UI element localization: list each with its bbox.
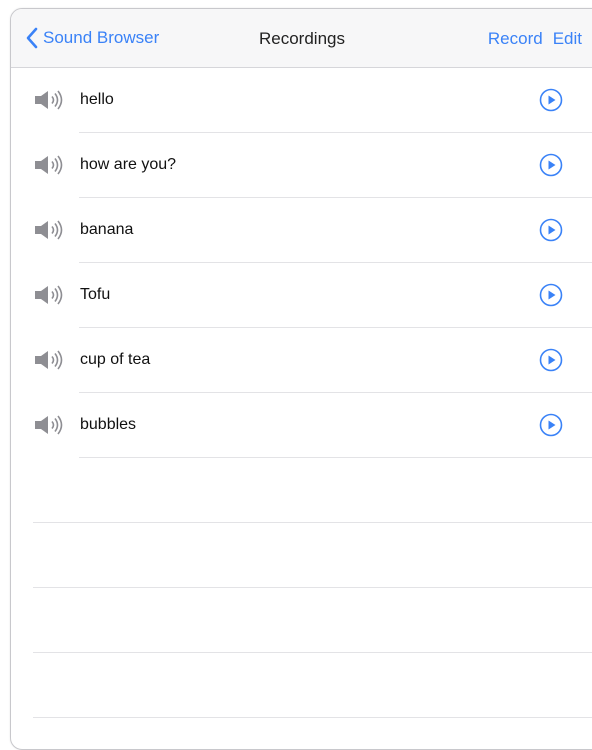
play-circle-icon[interactable] xyxy=(539,283,563,307)
play-circle-icon[interactable] xyxy=(539,413,563,437)
record-button[interactable]: Record xyxy=(488,29,543,49)
play-circle-icon[interactable] xyxy=(539,153,563,177)
row-separator xyxy=(33,717,592,718)
play-circle-icon[interactable] xyxy=(539,218,563,242)
empty-row xyxy=(11,523,592,588)
empty-row xyxy=(11,458,592,523)
speaker-icon xyxy=(35,350,63,370)
recording-row[interactable]: how are you? xyxy=(11,133,592,198)
speaker-icon xyxy=(35,90,63,110)
speaker-icon xyxy=(35,220,63,240)
recording-row[interactable]: bubbles xyxy=(11,393,592,458)
recording-row[interactable]: cup of tea xyxy=(11,328,592,393)
empty-row xyxy=(11,588,592,653)
recordings-list: hello how are you? banana Tofu cup of te… xyxy=(11,68,592,718)
recording-row[interactable]: hello xyxy=(11,68,592,133)
edit-button[interactable]: Edit xyxy=(553,29,582,49)
play-circle-icon[interactable] xyxy=(539,88,563,112)
speaker-icon xyxy=(35,415,63,435)
speaker-icon xyxy=(35,155,63,175)
play-circle-icon[interactable] xyxy=(539,348,563,372)
recording-label: hello xyxy=(80,91,114,108)
app-window: Sound Browser Recordings Record Edit hel… xyxy=(10,8,592,750)
recording-label: Tofu xyxy=(80,286,111,303)
recording-row[interactable]: Tofu xyxy=(11,263,592,328)
recording-label: how are you? xyxy=(80,156,177,173)
recording-label: cup of tea xyxy=(80,351,151,368)
navigation-bar: Sound Browser Recordings Record Edit xyxy=(11,9,592,68)
recording-row[interactable]: banana xyxy=(11,198,592,263)
recording-label: bubbles xyxy=(80,416,137,433)
empty-row xyxy=(11,653,592,718)
recording-label: banana xyxy=(80,221,134,238)
navbar-actions: Record Edit xyxy=(488,29,582,49)
speaker-icon xyxy=(35,285,63,305)
